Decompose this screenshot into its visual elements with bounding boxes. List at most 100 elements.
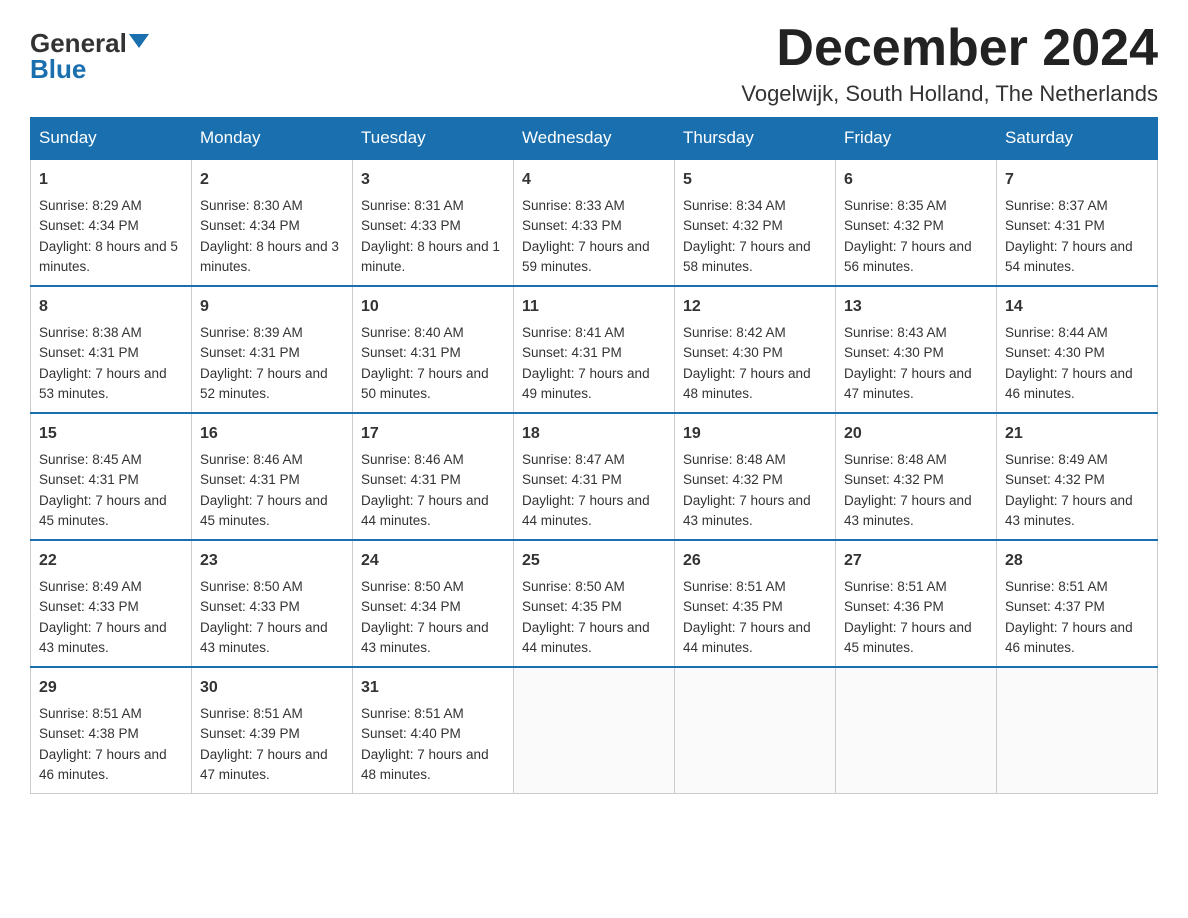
sunrise-text: Sunrise: 8:37 AM — [1005, 196, 1149, 216]
sunset-text: Sunset: 4:31 PM — [39, 470, 183, 490]
day-number: 6 — [844, 168, 988, 192]
calendar-cell: 11Sunrise: 8:41 AMSunset: 4:31 PMDayligh… — [514, 286, 675, 413]
day-number: 23 — [200, 549, 344, 573]
day-number: 7 — [1005, 168, 1149, 192]
sunset-text: Sunset: 4:30 PM — [1005, 343, 1149, 363]
calendar-cell: 12Sunrise: 8:42 AMSunset: 4:30 PMDayligh… — [675, 286, 836, 413]
sunset-text: Sunset: 4:32 PM — [844, 216, 988, 236]
calendar-cell: 31Sunrise: 8:51 AMSunset: 4:40 PMDayligh… — [353, 667, 514, 794]
sunrise-text: Sunrise: 8:46 AM — [200, 450, 344, 470]
calendar-cell — [675, 667, 836, 794]
day-number: 9 — [200, 295, 344, 319]
sunset-text: Sunset: 4:31 PM — [361, 343, 505, 363]
sunset-text: Sunset: 4:32 PM — [683, 216, 827, 236]
calendar-cell: 23Sunrise: 8:50 AMSunset: 4:33 PMDayligh… — [192, 540, 353, 667]
calendar-week-row: 1Sunrise: 8:29 AMSunset: 4:34 PMDaylight… — [31, 159, 1158, 286]
day-number: 8 — [39, 295, 183, 319]
calendar-cell: 7 Sunrise: 8:37 AMSunset: 4:31 PMDaylight… — [997, 159, 1158, 286]
sunrise-text: Sunrise: 8:49 AM — [39, 577, 183, 597]
title-block: December 2024 Vogelwijk, South Holland, … — [741, 20, 1158, 107]
calendar-header-row: SundayMondayTuesdayWednesdayThursdayFrid… — [31, 118, 1158, 160]
sunrise-text: Sunrise: 8:43 AM — [844, 323, 988, 343]
sunrise-text: Sunrise: 8:46 AM — [361, 450, 505, 470]
calendar-week-row: 29Sunrise: 8:51 AMSunset: 4:38 PMDayligh… — [31, 667, 1158, 794]
sunrise-text: Sunrise: 8:48 AM — [844, 450, 988, 470]
sunrise-text: Sunrise: 8:51 AM — [200, 704, 344, 724]
daylight-text: Daylight: 7 hours and 45 minutes. — [844, 618, 988, 659]
sunrise-text: Sunrise: 8:41 AM — [522, 323, 666, 343]
sunrise-text: Sunrise: 8:51 AM — [39, 704, 183, 724]
sunrise-text: Sunrise: 8:51 AM — [844, 577, 988, 597]
daylight-text: Daylight: 7 hours and 47 minutes. — [200, 745, 344, 786]
sunset-text: Sunset: 4:31 PM — [522, 470, 666, 490]
calendar-cell: 24Sunrise: 8:50 AMSunset: 4:34 PMDayligh… — [353, 540, 514, 667]
day-number: 29 — [39, 676, 183, 700]
daylight-text: Daylight: 7 hours and 43 minutes. — [361, 618, 505, 659]
sunset-text: Sunset: 4:36 PM — [844, 597, 988, 617]
daylight-text: Daylight: 7 hours and 44 minutes. — [522, 491, 666, 532]
day-number: 10 — [361, 295, 505, 319]
daylight-text: Daylight: 7 hours and 50 minutes. — [361, 364, 505, 405]
sunrise-text: Sunrise: 8:35 AM — [844, 196, 988, 216]
sunset-text: Sunset: 4:31 PM — [39, 343, 183, 363]
calendar-week-row: 22Sunrise: 8:49 AMSunset: 4:33 PMDayligh… — [31, 540, 1158, 667]
sunrise-text: Sunrise: 8:40 AM — [361, 323, 505, 343]
day-number: 26 — [683, 549, 827, 573]
sunrise-text: Sunrise: 8:29 AM — [39, 196, 183, 216]
daylight-text: Daylight: 7 hours and 54 minutes. — [1005, 237, 1149, 278]
calendar-cell: 30 Sunrise: 8:51 AMSunset: 4:39 PMDayligh… — [192, 667, 353, 794]
calendar-cell — [514, 667, 675, 794]
sunset-text: Sunset: 4:31 PM — [1005, 216, 1149, 236]
day-number: 20 — [844, 422, 988, 446]
calendar-cell: 28Sunrise: 8:51 AMSunset: 4:37 PMDayligh… — [997, 540, 1158, 667]
sunrise-text: Sunrise: 8:50 AM — [522, 577, 666, 597]
day-number: 4 — [522, 168, 666, 192]
calendar-cell: 22Sunrise: 8:49 AMSunset: 4:33 PMDayligh… — [31, 540, 192, 667]
sunrise-text: Sunrise: 8:30 AM — [200, 196, 344, 216]
daylight-text: Daylight: 7 hours and 48 minutes. — [361, 745, 505, 786]
daylight-text: Daylight: 7 hours and 43 minutes. — [39, 618, 183, 659]
day-number: 11 — [522, 295, 666, 319]
calendar-cell: 10 Sunrise: 8:40 AMSunset: 4:31 PMDayligh… — [353, 286, 514, 413]
calendar-cell: 26Sunrise: 8:51 AMSunset: 4:35 PMDayligh… — [675, 540, 836, 667]
daylight-text: Daylight: 7 hours and 53 minutes. — [39, 364, 183, 405]
weekday-header-friday: Friday — [836, 118, 997, 160]
calendar-cell: 27Sunrise: 8:51 AMSunset: 4:36 PMDayligh… — [836, 540, 997, 667]
sunset-text: Sunset: 4:32 PM — [844, 470, 988, 490]
daylight-text: Daylight: 7 hours and 44 minutes. — [361, 491, 505, 532]
calendar-cell: 9Sunrise: 8:39 AMSunset: 4:31 PMDaylight… — [192, 286, 353, 413]
logo-blue: Blue — [30, 54, 86, 84]
day-number: 25 — [522, 549, 666, 573]
sunset-text: Sunset: 4:35 PM — [683, 597, 827, 617]
sunset-text: Sunset: 4:31 PM — [200, 470, 344, 490]
daylight-text: Daylight: 7 hours and 43 minutes. — [200, 618, 344, 659]
day-number: 3 — [361, 168, 505, 192]
daylight-text: Daylight: 7 hours and 43 minutes. — [683, 491, 827, 532]
sunset-text: Sunset: 4:31 PM — [200, 343, 344, 363]
logo: General Blue — [30, 30, 149, 83]
sunrise-text: Sunrise: 8:47 AM — [522, 450, 666, 470]
sunrise-text: Sunrise: 8:31 AM — [361, 196, 505, 216]
sunset-text: Sunset: 4:30 PM — [683, 343, 827, 363]
daylight-text: Daylight: 7 hours and 48 minutes. — [683, 364, 827, 405]
calendar-cell: 8 Sunrise: 8:38 AMSunset: 4:31 PMDaylight… — [31, 286, 192, 413]
daylight-text: Daylight: 8 hours and 3 minutes. — [200, 237, 344, 278]
daylight-text: Daylight: 7 hours and 49 minutes. — [522, 364, 666, 405]
weekday-header-tuesday: Tuesday — [353, 118, 514, 160]
weekday-header-monday: Monday — [192, 118, 353, 160]
sunset-text: Sunset: 4:30 PM — [844, 343, 988, 363]
sunset-text: Sunset: 4:34 PM — [39, 216, 183, 236]
day-number: 1 — [39, 168, 183, 192]
day-number: 24 — [361, 549, 505, 573]
calendar-cell: 21Sunrise: 8:49 AMSunset: 4:32 PMDayligh… — [997, 413, 1158, 540]
sunset-text: Sunset: 4:34 PM — [200, 216, 344, 236]
sunrise-text: Sunrise: 8:39 AM — [200, 323, 344, 343]
weekday-header-thursday: Thursday — [675, 118, 836, 160]
sunrise-text: Sunrise: 8:48 AM — [683, 450, 827, 470]
sunset-text: Sunset: 4:39 PM — [200, 724, 344, 744]
day-number: 30 — [200, 676, 344, 700]
sunrise-text: Sunrise: 8:51 AM — [683, 577, 827, 597]
calendar-cell — [997, 667, 1158, 794]
daylight-text: Daylight: 7 hours and 44 minutes. — [522, 618, 666, 659]
sunrise-text: Sunrise: 8:38 AM — [39, 323, 183, 343]
